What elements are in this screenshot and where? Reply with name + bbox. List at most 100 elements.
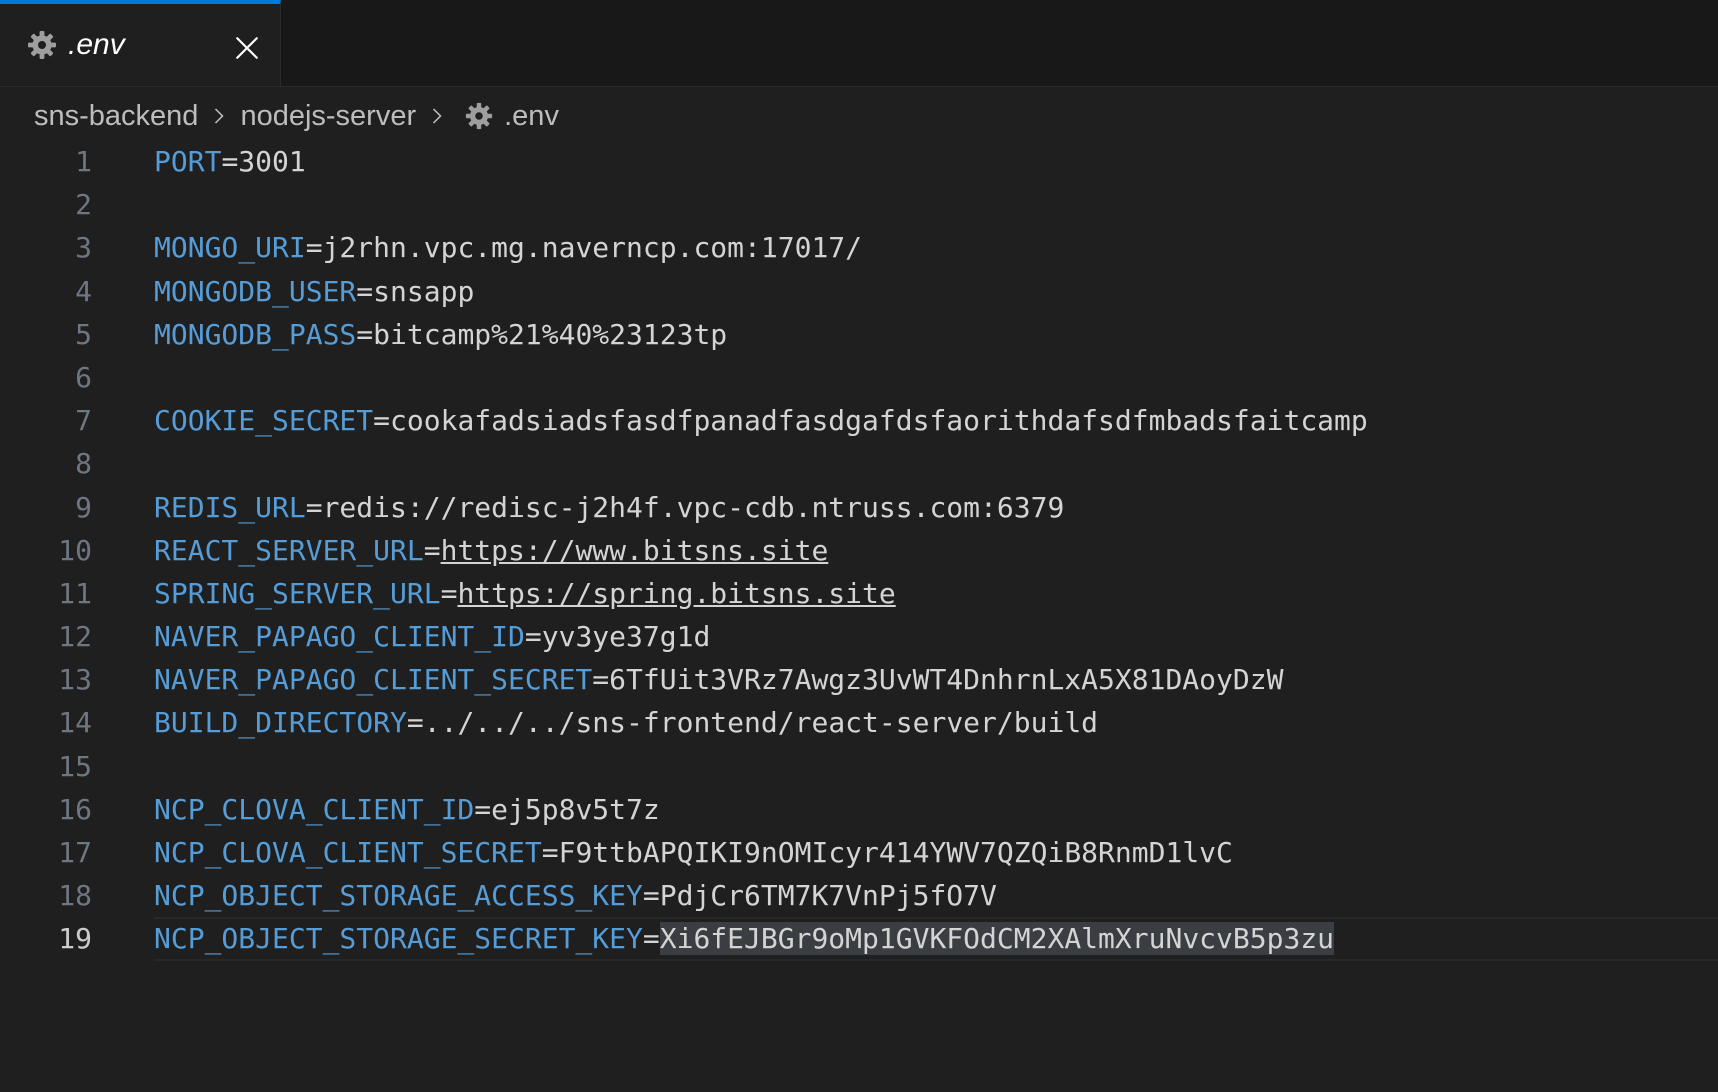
- env-value: bitcamp%21%40%23123tp: [373, 317, 728, 351]
- code-line[interactable]: 14 BUILD_DIRECTORY=../../../sns-frontend/…: [0, 701, 1718, 744]
- breadcrumb: sns-backend nodejs-server .env: [34, 94, 559, 138]
- env-value: Xi6fEJBGr9oMp1GVKFOdCM2XAlmXruNvcvB5p3zu: [659, 922, 1335, 956]
- code-content: REDIS_URL=redis://redisc-j2h4f.vpc-cdb.n…: [154, 486, 1064, 529]
- env-key: NCP_OBJECT_STORAGE_ACCESS_KEY: [154, 879, 643, 913]
- line-number: 4: [75, 274, 92, 308]
- code-line[interactable]: 15: [0, 745, 1718, 788]
- code-line[interactable]: 18 NCP_OBJECT_STORAGE_ACCESS_KEY=PdjCr6TM…: [0, 874, 1718, 917]
- env-value: cookafadsiadsfasdfpanadfasdgafdsfaorithd…: [390, 404, 1368, 438]
- breadcrumb-item-env[interactable]: .env: [504, 100, 559, 133]
- env-key: REACT_SERVER_URL: [154, 533, 424, 567]
- env-key: PORT: [154, 145, 222, 178]
- line-number: 14: [58, 706, 92, 740]
- code-line[interactable]: 11 SPRING_SERVER_URL=https://spring.bitsn…: [0, 572, 1718, 615]
- env-value: j2rhn.vpc.mg.naverncp.com:17017/: [322, 231, 863, 265]
- code-line[interactable]: 16 NCP_CLOVA_CLIENT_ID=ej5p8v5t7z: [0, 788, 1718, 831]
- breadcrumb-item-nodejs-server[interactable]: nodejs-server: [240, 100, 416, 133]
- code-line[interactable]: 3 MONGO_URI=j2rhn.vpc.mg.naverncp.com:170…: [0, 226, 1718, 269]
- code-content: NCP_OBJECT_STORAGE_ACCESS_KEY=PdjCr6TM7K…: [154, 874, 997, 917]
- env-value: ../../../sns-frontend/react-server/build: [423, 706, 1099, 740]
- line-number: 13: [58, 663, 92, 697]
- code-line[interactable]: 10 REACT_SERVER_URL=https://www.bitsns.si…: [0, 529, 1718, 572]
- line-number: 10: [58, 533, 92, 567]
- line-number: 16: [58, 792, 92, 826]
- gear-icon: [26, 29, 58, 61]
- code-line[interactable]: 8: [0, 442, 1718, 485]
- line-number: 17: [58, 836, 92, 869]
- code-content: COOKIE_SECRET=cookafadsiadsfasdfpanadfas…: [154, 399, 1368, 442]
- env-key: NAVER_PAPAGO_CLIENT_ID: [154, 620, 525, 654]
- env-key: SPRING_SERVER_URL: [154, 576, 441, 610]
- equals-sign: =: [423, 533, 441, 567]
- code-content: NCP_OBJECT_STORAGE_SECRET_KEY=Xi6fEJBGr9…: [154, 917, 1335, 960]
- equals-sign: =: [642, 922, 660, 956]
- tab-bar: .env: [0, 0, 1718, 87]
- code-line[interactable]: 6: [0, 356, 1718, 399]
- env-key: NCP_OBJECT_STORAGE_SECRET_KEY: [154, 922, 643, 956]
- code-line[interactable]: 5 MONGODB_PASS=bitcamp%21%40%23123tp: [0, 313, 1718, 356]
- code-editor[interactable]: 1 PORT=3001 2 3 MONGO_URI=j2rhn.vpc.mg.naver…: [0, 140, 1718, 1092]
- env-key: MONGODB_USER: [154, 274, 357, 308]
- code-line[interactable]: 4 MONGODB_USER=snsapp: [0, 270, 1718, 313]
- code-content: NCP_CLOVA_CLIENT_ID=ej5p8v5t7z: [154, 788, 660, 831]
- line-number: 18: [58, 879, 92, 913]
- chevron-right-icon: [424, 101, 450, 131]
- code-line[interactable]: 13 NAVER_PAPAGO_CLIENT_SECRET=6TfUit3VRz7…: [0, 658, 1718, 701]
- equals-sign: =: [221, 145, 239, 178]
- env-key: COOKIE_SECRET: [154, 404, 374, 438]
- line-number: 12: [58, 620, 92, 654]
- line-number: 8: [75, 447, 92, 481]
- equals-sign: =: [356, 274, 374, 308]
- equals-sign: =: [592, 663, 610, 697]
- code-line[interactable]: 9 REDIS_URL=redis://redisc-j2h4f.vpc-cdb.…: [0, 486, 1718, 529]
- line-number: 3: [75, 231, 92, 265]
- equals-sign: =: [305, 231, 323, 265]
- code-line[interactable]: 12 NAVER_PAPAGO_CLIENT_ID=yv3ye37g1d: [0, 615, 1718, 658]
- code-content: SPRING_SERVER_URL=https://spring.bitsns.…: [154, 572, 896, 615]
- code-content: NCP_CLOVA_CLIENT_SECRET=F9ttbAPQIKI9nOMI…: [154, 831, 1233, 874]
- code-line[interactable]: 17 NCP_CLOVA_CLIENT_SECRET=F9ttbAPQIKI9nO…: [0, 831, 1718, 874]
- code-line[interactable]: 7 COOKIE_SECRET=cookafadsiadsfasdfpanadfa…: [0, 399, 1718, 442]
- line-number: 7: [75, 404, 92, 438]
- env-key: NCP_CLOVA_CLIENT_ID: [154, 792, 475, 826]
- code-content: BUILD_DIRECTORY=../../../sns-frontend/re…: [154, 701, 1098, 744]
- equals-sign: =: [406, 706, 424, 740]
- env-value: 6TfUit3VRz7Awgz3UvWT4DnhrnLxA5X81DAoyDzW: [609, 663, 1284, 697]
- equals-sign: =: [474, 792, 492, 826]
- line-number: 19: [58, 922, 92, 956]
- gear-icon: [464, 101, 494, 131]
- equals-sign: =: [541, 836, 559, 869]
- code-content: NAVER_PAPAGO_CLIENT_SECRET=6TfUit3VRz7Aw…: [154, 658, 1283, 701]
- code-line[interactable]: 1 PORT=3001: [0, 140, 1718, 183]
- chevron-right-icon: [206, 101, 232, 131]
- line-number: 2: [75, 188, 92, 222]
- line-number: 5: [75, 317, 92, 351]
- env-value: redis://redisc-j2h4f.vpc-cdb.ntruss.com:…: [322, 490, 1065, 524]
- equals-sign: =: [356, 317, 374, 351]
- env-value-link[interactable]: https://spring.bitsns.site: [457, 577, 895, 610]
- tab-label: .env: [68, 28, 125, 61]
- breadcrumb-item-sns-backend[interactable]: sns-backend: [34, 100, 198, 133]
- equals-sign: =: [524, 620, 542, 654]
- equals-sign: =: [373, 404, 391, 438]
- env-key: BUILD_DIRECTORY: [154, 706, 407, 740]
- env-value-link[interactable]: https://www.bitsns.site: [441, 534, 829, 567]
- line-number: 6: [75, 360, 92, 394]
- env-value: ej5p8v5t7z: [491, 792, 660, 826]
- close-icon[interactable]: [230, 31, 264, 65]
- line-number: 9: [75, 490, 92, 524]
- env-key: NAVER_PAPAGO_CLIENT_SECRET: [154, 663, 593, 697]
- env-key: NCP_CLOVA_CLIENT_SECRET: [154, 836, 542, 869]
- code-line[interactable]: 2: [0, 183, 1718, 226]
- code-content: NAVER_PAPAGO_CLIENT_ID=yv3ye37g1d: [154, 615, 710, 658]
- env-key: MONGO_URI: [154, 231, 306, 265]
- code-line[interactable]: 19 NCP_OBJECT_STORAGE_SECRET_KEY=Xi6fEJBG…: [0, 917, 1718, 961]
- equals-sign: =: [440, 576, 458, 610]
- env-value: yv3ye37g1d: [541, 620, 711, 654]
- line-number: 15: [58, 749, 92, 783]
- code-content: MONGODB_USER=snsapp: [154, 270, 474, 313]
- code-content: MONGO_URI=j2rhn.vpc.mg.naverncp.com:1701…: [154, 226, 862, 269]
- tab-env[interactable]: .env: [0, 0, 281, 86]
- line-number: 11: [58, 576, 92, 610]
- code-content: PORT=3001: [154, 140, 306, 183]
